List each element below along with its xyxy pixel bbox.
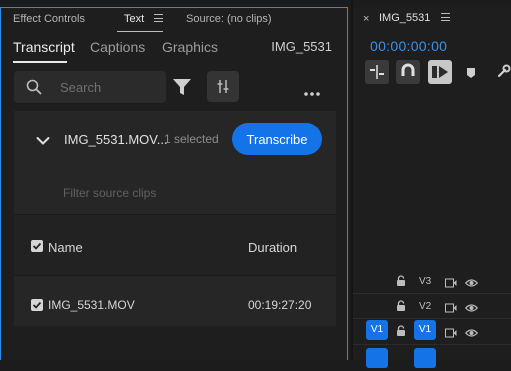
tab-graphics[interactable]: Graphics bbox=[162, 39, 218, 55]
source-clip-row: IMG_5531.MOV... 1 selected Transcribe bbox=[14, 111, 336, 167]
tab-text[interactable]: Text bbox=[124, 13, 144, 25]
lock-icon[interactable] bbox=[396, 299, 406, 317]
sequence-menu-icon[interactable] bbox=[441, 13, 450, 21]
eye-icon[interactable] bbox=[464, 275, 479, 293]
track-target-a1[interactable] bbox=[414, 348, 436, 368]
marker-icon[interactable] bbox=[466, 66, 476, 84]
clip-title: IMG_5531.MOV... bbox=[64, 132, 168, 147]
row-clip-name: IMG_5531.MOV bbox=[48, 298, 135, 312]
close-icon[interactable]: × bbox=[363, 13, 369, 25]
track-label: V3 bbox=[419, 276, 432, 287]
clip-name-label: IMG_5531 bbox=[271, 39, 332, 54]
transcript-body: IMG_5531.MOV... 1 selected Transcribe Fi… bbox=[14, 111, 336, 326]
column-header-name[interactable]: Name bbox=[48, 240, 83, 255]
filter-source-clips-input[interactable]: Filter source clips bbox=[63, 186, 156, 200]
divider bbox=[14, 275, 336, 276]
source-patch-a1[interactable] bbox=[366, 348, 388, 368]
track-a1[interactable] bbox=[353, 347, 511, 371]
film-icon[interactable] bbox=[445, 325, 457, 343]
panel-menu-icon[interactable] bbox=[154, 14, 163, 22]
divider bbox=[14, 214, 336, 215]
transcribe-button[interactable]: Transcribe bbox=[232, 123, 322, 155]
subtab-underline bbox=[13, 61, 67, 63]
search-input[interactable] bbox=[58, 78, 158, 96]
timeline-panel: × IMG_5531 00:00:00:00 V3 V2 V1 V1 bbox=[353, 7, 511, 368]
transcript-panel: Effect Controls Text Source: (no clips) … bbox=[0, 7, 348, 360]
track-target-v1[interactable]: V1 bbox=[414, 320, 436, 340]
lock-icon[interactable] bbox=[396, 274, 406, 292]
chevron-down-icon[interactable] bbox=[36, 133, 50, 151]
wrench-icon[interactable] bbox=[496, 64, 511, 84]
active-tab-underline bbox=[117, 31, 163, 32]
sliders-icon[interactable] bbox=[207, 71, 239, 102]
film-icon[interactable] bbox=[445, 300, 457, 318]
subtab-bar: Transcript Captions Graphics IMG_5531 bbox=[1, 36, 347, 68]
select-all-checkbox[interactable] bbox=[31, 240, 43, 252]
selected-count: 1 selected bbox=[164, 132, 219, 146]
eye-icon[interactable] bbox=[464, 300, 479, 318]
tab-transcript[interactable]: Transcript bbox=[13, 39, 75, 55]
row-clip-duration: 00:19:27:20 bbox=[248, 298, 312, 312]
column-header-duration[interactable]: Duration bbox=[248, 240, 297, 255]
film-icon[interactable] bbox=[445, 275, 457, 293]
search-icon bbox=[26, 79, 42, 100]
track-v2[interactable]: V2 bbox=[353, 294, 511, 318]
tab-effect-controls[interactable]: Effect Controls bbox=[13, 13, 85, 25]
row-checkbox[interactable] bbox=[31, 299, 43, 311]
eye-icon[interactable] bbox=[464, 325, 479, 343]
insert-nest-icon[interactable] bbox=[365, 60, 389, 84]
lock-icon[interactable] bbox=[396, 324, 406, 342]
source-patch-v1[interactable]: V1 bbox=[366, 320, 388, 340]
panel-tab-bar: Effect Controls Text Source: (no clips) bbox=[1, 8, 347, 32]
playhead-timecode[interactable]: 00:00:00:00 bbox=[370, 38, 447, 54]
search-field[interactable] bbox=[14, 71, 166, 103]
track-v3[interactable]: V3 bbox=[353, 269, 511, 293]
track-v1[interactable]: V1 V1 bbox=[353, 319, 511, 343]
tab-captions[interactable]: Captions bbox=[90, 39, 145, 55]
filter-icon[interactable] bbox=[172, 78, 192, 101]
magnet-icon[interactable] bbox=[396, 60, 420, 84]
linked-selection-icon[interactable] bbox=[428, 60, 452, 84]
divider bbox=[353, 344, 511, 345]
tab-source[interactable]: Source: (no clips) bbox=[186, 13, 272, 25]
sequence-tab[interactable]: IMG_5531 bbox=[379, 12, 430, 24]
track-label: V2 bbox=[419, 301, 432, 312]
more-icon[interactable] bbox=[303, 84, 321, 102]
